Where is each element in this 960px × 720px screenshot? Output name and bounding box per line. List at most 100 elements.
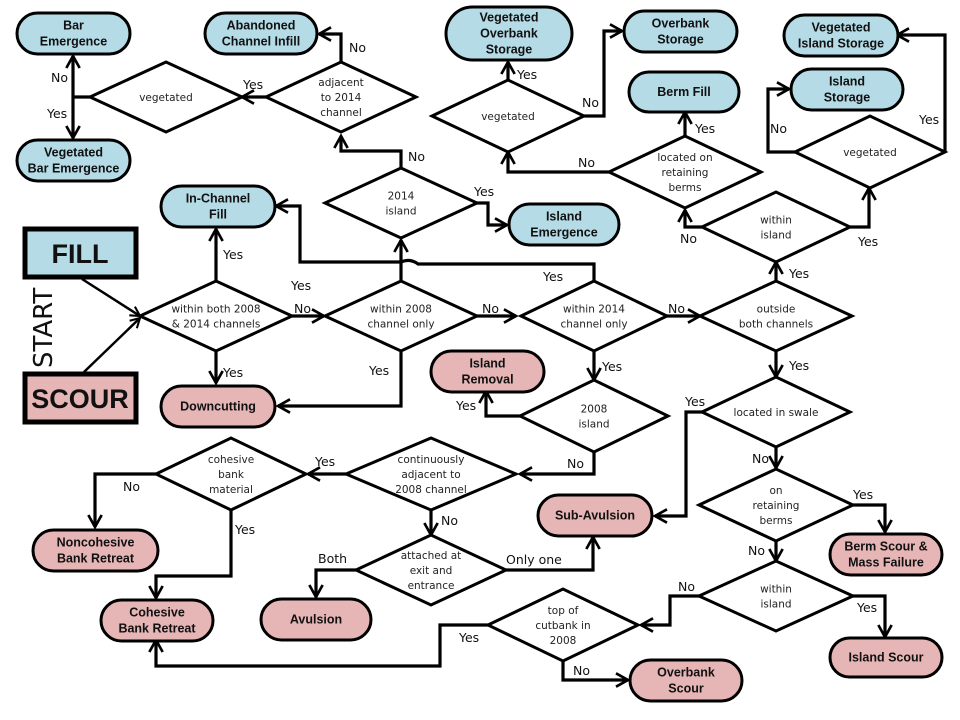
edge-label-no: No <box>349 40 366 55</box>
decision-text: adjacent <box>318 77 363 89</box>
terminal-text: Island Scour <box>848 651 923 665</box>
edge-label-no: No <box>748 543 765 558</box>
edge-label-no: No <box>51 70 68 85</box>
decision-text: channel only <box>367 319 434 331</box>
edge-label-yes: Yes <box>242 77 263 92</box>
edge-label-yes: Yes <box>455 398 476 413</box>
terminal-text: Island Storage <box>798 37 884 51</box>
decision-vegetated-bar[interactable]: vegetated <box>86 60 246 134</box>
edge-fill-start <box>81 277 140 316</box>
terminal-island-scour[interactable]: Island Scour <box>828 636 944 679</box>
terminal-abandoned-channel-infill[interactable]: Abandoned Channel Infill <box>203 11 319 56</box>
decision-diamond[interactable] <box>321 166 481 240</box>
decision-adjacent-2014[interactable]: adjacent to 2014 channel <box>262 60 420 134</box>
edge-within-island-fill-yes <box>850 188 869 229</box>
terminal-text: Noncohesive <box>57 536 135 550</box>
decision-continuously-adjacent[interactable]: continuously adjacent to 2008 channel <box>342 436 520 512</box>
decision-diamond[interactable] <box>517 279 671 353</box>
decision-vegetated-overbank[interactable]: vegetated <box>428 78 588 154</box>
decision-attached-exit-entrance[interactable]: attached at exit and entrance <box>352 533 510 607</box>
terminal-text: Storage <box>486 43 533 57</box>
decision-text: vegetated <box>139 92 193 104</box>
scour-start-label: SCOUR <box>31 384 129 414</box>
terminal-text: Storage <box>657 33 704 47</box>
terminal-vegetated-bar-emergence[interactable]: Vegetated Bar Emergence <box>15 138 132 183</box>
terminal-text: Fill <box>209 208 227 222</box>
fill-start-label: FILL <box>52 239 109 269</box>
edge-cohesive-yes <box>156 510 233 598</box>
terminal-sub-avulsion[interactable]: Sub-Avulsion <box>536 493 654 538</box>
terminal-downcutting[interactable]: Downcutting <box>159 384 277 429</box>
edge-2008-island-yes <box>486 391 520 418</box>
decision-text: cutbank in <box>535 620 590 632</box>
terminal-overbank-scour[interactable]: Overbank Scour <box>628 658 744 703</box>
decision-text: island <box>760 230 791 242</box>
terminal-text: Berm Scour & <box>844 540 927 554</box>
terminal-text: Vegetated <box>44 146 103 160</box>
terminal-text: Scour <box>668 682 704 696</box>
decision-island-2014[interactable]: 2014 island <box>321 166 481 240</box>
start-boxes: FILL SCOUR START <box>22 226 139 425</box>
edge-label-no: No <box>770 121 787 136</box>
edge-label-yes: Yes <box>694 121 715 136</box>
decision-island-2008[interactable]: 2008 island <box>516 378 672 454</box>
decision-text: to 2014 <box>321 92 362 104</box>
decision-outside-both[interactable]: outside both channels <box>696 279 856 353</box>
terminal-text: Berm Fill <box>657 85 711 99</box>
terminal-berm-fill[interactable]: Berm Fill <box>627 70 741 114</box>
terminal-in-channel-fill[interactable]: In-Channel Fill <box>159 184 277 229</box>
terminal-text: Bar <box>63 19 84 33</box>
decision-retaining-berms-fill[interactable]: located on retaining berms <box>605 134 765 210</box>
terminal-text: Island <box>546 210 582 224</box>
decision-within-both[interactable]: within both 2008 & 2014 channels <box>136 279 296 353</box>
decision-diamond[interactable] <box>698 190 854 264</box>
terminal-text: Storage <box>824 91 871 105</box>
terminal-text: Bar Emergence <box>28 162 120 176</box>
decision-top-of-cutbank[interactable]: top of cutbank in 2008 <box>484 587 642 663</box>
decision-text: continuously <box>398 454 465 466</box>
terminal-noncohesive-bank-retreat[interactable]: Noncohesive Bank Retreat <box>31 528 160 573</box>
decision-text: 2014 <box>388 191 415 203</box>
decision-diamond[interactable] <box>695 559 857 633</box>
terminal-text: Vegetated <box>479 11 538 25</box>
decision-text: within 2008 <box>370 304 432 316</box>
terminal-berm-scour-mass-failure[interactable]: Berm Scour & Mass Failure <box>828 532 944 577</box>
decision-text: 2008 <box>581 404 608 416</box>
decision-within-island-scour[interactable]: within island <box>695 559 857 633</box>
decision-text: cohesive <box>208 454 254 466</box>
decision-diamond[interactable] <box>516 378 672 454</box>
terminal-island-storage[interactable]: Island Storage <box>789 67 905 112</box>
edge-label-no: No <box>294 301 311 316</box>
edge-attached-both <box>316 568 356 597</box>
decision-cohesive-bank[interactable]: cohesive bank material <box>152 436 310 512</box>
terminal-text: Overbank <box>652 17 710 31</box>
decision-within-2014-only[interactable]: within 2014 channel only <box>517 279 671 353</box>
decision-within-2008-only[interactable]: within 2008 channel only <box>321 279 481 353</box>
decision-diamond[interactable] <box>136 279 296 353</box>
terminal-cohesive-bank-retreat[interactable]: Cohesive Bank Retreat <box>99 598 215 643</box>
decision-within-island-fill[interactable]: within island <box>698 190 854 264</box>
edge-2014-island-no <box>341 136 403 168</box>
edge-within-island-fill-no <box>685 210 703 229</box>
terminal-avulsion[interactable]: Avulsion <box>259 597 373 642</box>
decision-diamond[interactable] <box>321 279 481 353</box>
terminal-vegetated-overbank-storage[interactable]: Vegetated Overbank Storage <box>444 5 574 62</box>
edge-label-yes: Yes <box>290 278 311 293</box>
terminal-overbank-storage[interactable]: Overbank Storage <box>622 9 739 54</box>
terminal-vegetated-island-storage[interactable]: Vegetated Island Storage <box>782 13 900 58</box>
terminal-island-removal[interactable]: Island Removal <box>429 349 546 394</box>
decision-located-in-swale[interactable]: located in swale <box>698 375 854 449</box>
decision-on-retaining-berms[interactable]: on retaining berms <box>695 467 857 543</box>
decision-text: outside <box>757 304 796 316</box>
edge-label-yes: Yes <box>542 269 563 284</box>
terminal-text: Overbank <box>657 666 715 680</box>
terminal-island-emergence[interactable]: Island Emergence <box>507 202 621 247</box>
terminal-text: Sub-Avulsion <box>555 509 635 523</box>
decision-diamond[interactable] <box>696 279 856 353</box>
decision-text: exit and <box>410 565 453 577</box>
terminal-text: Bank Retreat <box>118 622 196 636</box>
terminal-text: Emergence <box>40 35 107 49</box>
terminal-bar-emergence[interactable]: Bar Emergence <box>15 11 132 56</box>
terminal-text: Mass Failure <box>848 556 924 570</box>
decision-text: on <box>769 485 782 497</box>
